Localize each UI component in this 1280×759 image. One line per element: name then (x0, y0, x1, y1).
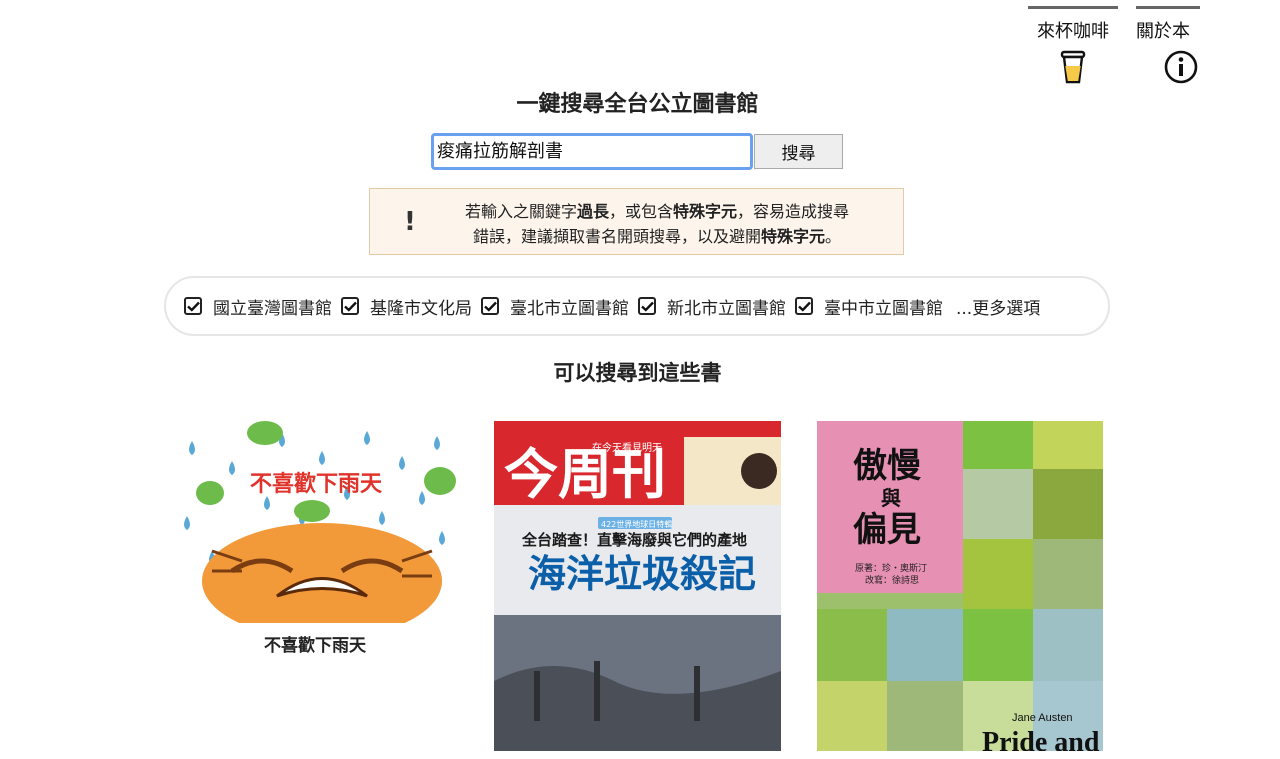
buy-coffee-label: 來杯咖啡 (1037, 21, 1109, 42)
checkbox[interactable] (341, 297, 359, 315)
page-title: 一鍵搜尋全台公立圖書館 (516, 92, 759, 117)
library-option-new-taipei[interactable]: 新北市立圖書館 (638, 294, 786, 319)
coffee-cup-icon (1060, 50, 1086, 84)
search-bar: 搜尋 (431, 133, 845, 170)
checkbox[interactable] (795, 297, 813, 315)
cover-illustration: 今周刊 在今天看見明天 422世界地球日特輯 全台踏查！直擊海廢與它們的產地 海… (494, 421, 781, 751)
notice-message: 若輸入之關鍵字過長，或包含特殊字元，容易造成搜尋 錯誤，建議擷取書名開頭搜尋，以… (432, 199, 882, 249)
library-option-taichung[interactable]: 臺中市立圖書館 (795, 294, 943, 319)
search-button[interactable]: 搜尋 (754, 134, 843, 169)
cover-en-title: Pride and (982, 727, 1100, 751)
checkmark-icon (640, 301, 654, 312)
more-options-link[interactable]: ...更多選項 (956, 294, 1040, 319)
library-filter-bar: 國立臺灣圖書館 基隆市文化局 臺北市立圖書館 新北市立圖書館 臺中市立圖書館 .… (164, 276, 1110, 336)
notice-emphasis: 特殊字元 (760, 227, 825, 246)
about-button[interactable]: 關於本 (1136, 0, 1200, 85)
library-label: 臺北市立圖書館 (510, 298, 629, 319)
checkmark-icon (186, 301, 200, 312)
notice-text: 若輸入之關鍵字 (464, 202, 577, 221)
cover-kicker: 全台踏查！直擊海廢與它們的產地 (521, 531, 747, 549)
cover-illustration: 不喜歡下雨天 (184, 421, 456, 623)
about-label: 關於本 (1136, 21, 1190, 42)
nav-divider (1028, 6, 1118, 9)
checkbox[interactable] (184, 297, 202, 315)
notice-text: ，或包含 (608, 202, 673, 221)
library-option-taipei[interactable]: 臺北市立圖書館 (481, 294, 629, 319)
book-card[interactable]: 今周刊 在今天看見明天 422世界地球日特輯 全台踏查！直擊海廢與它們的產地 海… (494, 421, 781, 759)
book-cover: 傲慢 與 偏見 原著：珍・奧斯汀 改寫：徐詩思 Jane Austen Prid… (817, 421, 1103, 751)
library-option-keelung[interactable]: 基隆市文化局 (341, 294, 472, 319)
library-label: 臺中市立圖書館 (824, 298, 943, 319)
nav-divider (1136, 6, 1200, 9)
checkbox[interactable] (481, 297, 499, 315)
checkmark-icon (797, 301, 811, 312)
library-label: 國立臺灣圖書館 (213, 298, 332, 319)
cover-title-line: 傲慢 (853, 446, 922, 486)
notice-emphasis: 過長 (576, 202, 609, 221)
cover-author: 原著：珍・奧斯汀 (855, 562, 927, 574)
cover-tagline: 在今天看見明天 (592, 441, 662, 454)
cover-adapter: 改寫：徐詩思 (865, 574, 919, 586)
library-option-ntl[interactable]: 國立臺灣圖書館 (184, 294, 332, 319)
cover-title-line: 與 (881, 486, 901, 510)
cover-badge: 422世界地球日特輯 (601, 519, 672, 529)
checkmark-icon (483, 301, 497, 312)
checkmark-icon (343, 301, 357, 312)
warning-notice: ! 若輸入之關鍵字過長，或包含特殊字元，容易造成搜尋 錯誤，建議擷取書名開頭搜尋… (369, 188, 904, 255)
cover-illustration: 傲慢 與 偏見 原著：珍・奧斯汀 改寫：徐詩思 Jane Austen Prid… (817, 421, 1103, 751)
book-card[interactable]: 傲慢 與 偏見 原著：珍・奧斯汀 改寫：徐詩思 Jane Austen Prid… (817, 421, 1103, 759)
results-title: 可以搜尋到這些書 (553, 361, 722, 385)
notice-text: ，容易造成搜尋 (737, 202, 850, 221)
book-title: 不喜歡下雨天 (264, 636, 366, 656)
cover-headline: 海洋垃圾殺記 (528, 552, 756, 596)
notice-emphasis: 特殊字元 (673, 202, 738, 221)
notice-text: 。 (825, 227, 842, 246)
book-cover: 不喜歡下雨天 (172, 421, 458, 623)
notice-text: 錯誤，建議擷取書名開頭搜尋，以及避開 (472, 227, 761, 246)
cover-en-author: Jane Austen (1012, 712, 1073, 724)
cover-title-line: 偏見 (853, 510, 921, 550)
book-cover: 今周刊 在今天看見明天 422世界地球日特輯 全台踏查！直擊海廢與它們的產地 海… (494, 421, 781, 751)
book-card[interactable]: 不喜歡下雨天 不喜歡下雨天 (172, 421, 458, 656)
info-icon (1164, 50, 1198, 84)
checkbox[interactable] (638, 297, 656, 315)
exclamation-icon: ! (404, 207, 416, 237)
search-input[interactable] (431, 133, 753, 170)
library-label: 新北市立圖書館 (667, 298, 786, 319)
cover-title-text: 不喜歡下雨天 (250, 471, 383, 497)
top-nav: 來杯咖啡 關於本 (1028, 0, 1280, 84)
buy-coffee-button[interactable]: 來杯咖啡 (1028, 0, 1118, 85)
library-label: 基隆市文化局 (370, 298, 472, 319)
